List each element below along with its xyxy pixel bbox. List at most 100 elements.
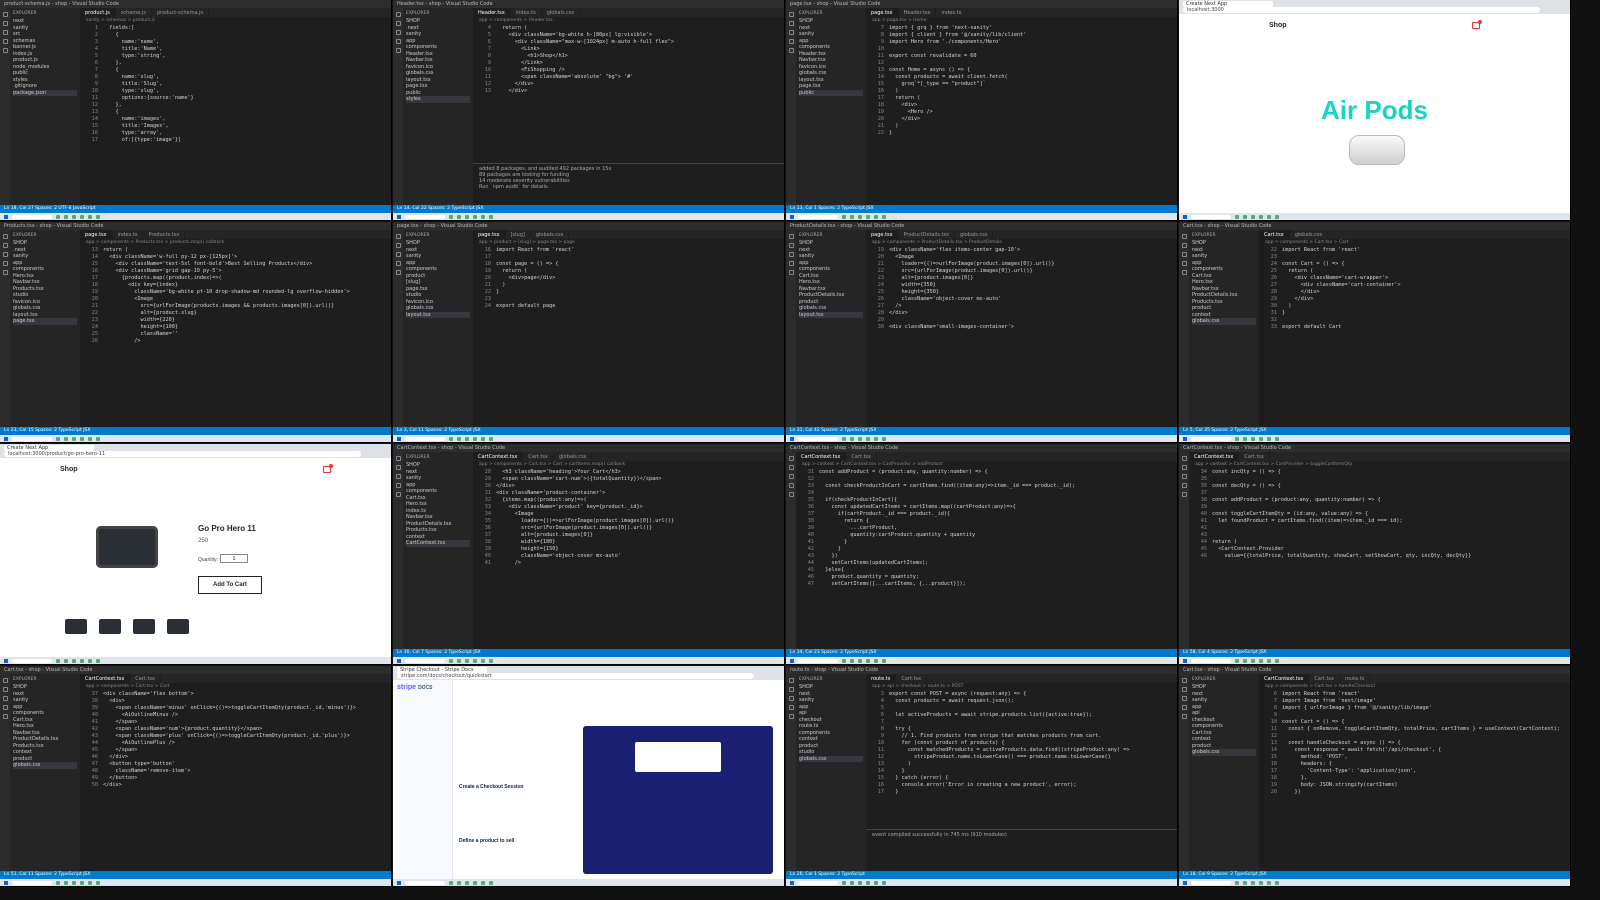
extensions-icon[interactable] (2, 714, 8, 719)
taskbar-app-icon[interactable] (465, 880, 469, 885)
taskbar-app-icon[interactable] (449, 880, 453, 885)
product-thumbnail[interactable] (167, 619, 189, 634)
taskbar-app-icon[interactable] (1259, 214, 1263, 219)
taskbar-app-icon[interactable] (882, 214, 886, 219)
taskbar-app-icon[interactable] (473, 436, 477, 441)
taskbar-app-icon[interactable] (457, 436, 461, 441)
search-icon[interactable] (788, 465, 794, 470)
taskbar-app-icon[interactable] (874, 880, 878, 885)
taskbar-app-icon[interactable] (465, 436, 469, 441)
taskbar-app-icon[interactable] (457, 214, 461, 219)
extensions-icon[interactable] (2, 270, 8, 275)
taskbar-search[interactable] (798, 436, 838, 441)
windows-start-icon[interactable] (397, 214, 401, 219)
search-icon[interactable] (788, 687, 794, 692)
files-icon[interactable] (1181, 456, 1187, 461)
editor-tab[interactable]: globals.css (542, 8, 581, 17)
source-control-icon[interactable] (2, 30, 8, 35)
files-icon[interactable] (1181, 678, 1187, 683)
extensions-icon[interactable] (1181, 270, 1187, 275)
taskbar-search[interactable] (1191, 880, 1231, 885)
address-bar[interactable]: localhost:3000 (1183, 7, 1540, 13)
search-icon[interactable] (788, 243, 794, 248)
taskbar-app-icon[interactable] (842, 436, 846, 441)
taskbar-app-icon[interactable] (1267, 880, 1271, 885)
debug-icon[interactable] (1181, 483, 1187, 488)
windows-start-icon[interactable] (1183, 214, 1187, 219)
taskbar-app-icon[interactable] (56, 880, 60, 885)
source-control-icon[interactable] (395, 30, 401, 35)
editor-tab[interactable]: index.ts (936, 8, 968, 17)
code-view[interactable]: 19 <div className='flex items-center gap-… (866, 246, 1177, 331)
editor-tab[interactable]: CartContext.tsx (796, 452, 847, 461)
source-control-icon[interactable] (1181, 252, 1187, 257)
editor-tab[interactable]: globals.css (955, 230, 994, 239)
taskbar-app-icon[interactable] (80, 658, 84, 663)
code-view[interactable]: 7 import { grq } from 'next-sanity' 8 impor… (866, 24, 1177, 137)
windows-start-icon[interactable] (4, 214, 8, 219)
windows-start-icon[interactable] (790, 880, 794, 885)
taskbar-app-icon[interactable] (72, 436, 76, 441)
source-control-icon[interactable] (1181, 474, 1187, 479)
taskbar-app-icon[interactable] (882, 436, 886, 441)
windows-start-icon[interactable] (4, 658, 8, 663)
taskbar-app-icon[interactable] (1243, 658, 1247, 663)
code-view[interactable]: 34 const incQty = () => {35 36 const decQty… (1189, 468, 1570, 560)
taskbar-app-icon[interactable] (56, 658, 60, 663)
code-view[interactable]: 22 import React from 'react' 23 24 const Car… (1259, 246, 1570, 331)
editor-tab[interactable]: CartContext.tsx (473, 452, 524, 461)
debug-icon[interactable] (1181, 705, 1187, 710)
windows-start-icon[interactable] (4, 436, 8, 441)
taskbar-app-icon[interactable] (882, 658, 886, 663)
file-tree-item[interactable]: package.json (13, 89, 77, 96)
editor-tab[interactable]: CartContext.tsx (80, 674, 131, 683)
product-thumbnail[interactable] (65, 619, 87, 634)
taskbar-app-icon[interactable] (866, 658, 870, 663)
taskbar-app-icon[interactable] (1259, 880, 1263, 885)
windows-start-icon[interactable] (4, 880, 8, 885)
files-icon[interactable] (2, 12, 8, 17)
taskbar-app-icon[interactable] (489, 658, 493, 663)
quantity-stepper[interactable]: 1 (220, 554, 248, 563)
taskbar-app-icon[interactable] (473, 658, 477, 663)
files-icon[interactable] (788, 234, 794, 239)
taskbar-app-icon[interactable] (88, 880, 92, 885)
shop-logo[interactable]: Shop (60, 466, 78, 473)
taskbar-app-icon[interactable] (481, 436, 485, 441)
editor-tab[interactable]: CartContext.tsx (1259, 674, 1310, 683)
shop-logo[interactable]: Shop (1269, 22, 1287, 29)
file-tree-item[interactable]: globals.css (1192, 318, 1256, 325)
files-icon[interactable] (2, 678, 8, 683)
stripe-logo[interactable]: stripe DOCS (397, 684, 433, 691)
extensions-icon[interactable] (395, 48, 401, 53)
taskbar-app-icon[interactable] (874, 658, 878, 663)
taskbar-app-icon[interactable] (80, 214, 84, 219)
taskbar-app-icon[interactable] (858, 436, 862, 441)
taskbar-app-icon[interactable] (88, 214, 92, 219)
taskbar-app-icon[interactable] (874, 436, 878, 441)
extensions-icon[interactable] (788, 270, 794, 275)
taskbar-search[interactable] (12, 214, 52, 219)
code-view[interactable]: 13 return (14 <div className='w-full py-1… (80, 246, 391, 345)
taskbar-app-icon[interactable] (1235, 880, 1239, 885)
taskbar-search[interactable] (405, 436, 445, 441)
taskbar-app-icon[interactable] (1243, 880, 1247, 885)
windows-start-icon[interactable] (790, 658, 794, 663)
taskbar-app-icon[interactable] (1251, 880, 1255, 885)
taskbar-app-icon[interactable] (866, 436, 870, 441)
taskbar-app-icon[interactable] (465, 214, 469, 219)
cart-icon[interactable] (1472, 19, 1482, 29)
windows-start-icon[interactable] (397, 880, 401, 885)
taskbar-app-icon[interactable] (866, 214, 870, 219)
taskbar-app-icon[interactable] (1259, 658, 1263, 663)
debug-icon[interactable] (2, 705, 8, 710)
taskbar-search[interactable] (405, 214, 445, 219)
taskbar-app-icon[interactable] (96, 214, 100, 219)
code-view[interactable]: 3 export const POST = async (request:any)… (866, 690, 1177, 796)
file-tree-item[interactable]: CartContext.tsx (406, 540, 470, 547)
editor-tab[interactable]: Header.tsx (899, 8, 937, 17)
taskbar-search[interactable] (405, 880, 445, 885)
files-icon[interactable] (1181, 234, 1187, 239)
search-icon[interactable] (395, 465, 401, 470)
file-tree-item[interactable]: globals.css (1192, 749, 1256, 756)
